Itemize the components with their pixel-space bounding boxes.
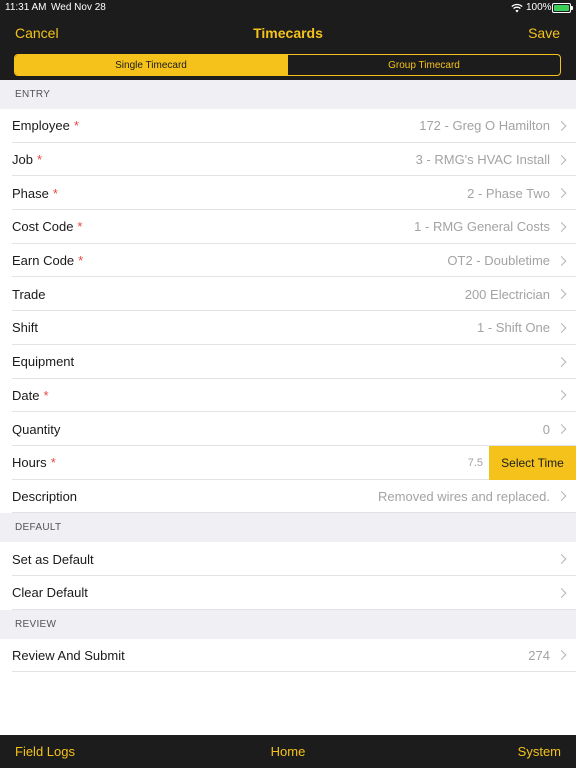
row-shift[interactable]: Shift 1 - Shift One <box>0 311 576 345</box>
segment-single-timecard[interactable]: Single Timecard <box>15 55 287 75</box>
row-value: 200 Electrician <box>464 286 550 302</box>
row-phase[interactable]: Phase * 2 - Phase Two <box>0 176 576 210</box>
status-date: Wed Nov 28 <box>51 2 106 13</box>
status-time: 11:31 AM <box>5 2 47 13</box>
row-description[interactable]: Description Removed wires and replaced. <box>0 480 576 514</box>
chevron-right-icon <box>556 356 567 367</box>
row-job[interactable]: Job * 3 - RMG's HVAC Install <box>0 143 576 177</box>
section-header-entry: ENTRY <box>0 80 576 109</box>
chevron-right-icon <box>556 554 567 565</box>
row-value: 1 - RMG General Costs <box>414 219 550 235</box>
row-value: OT2 - Doubletime <box>447 253 550 269</box>
section-header-default: DEFAULT <box>0 513 576 543</box>
chevron-right-icon <box>556 650 567 661</box>
row-cost-code[interactable]: Cost Code * 1 - RMG General Costs <box>0 210 576 244</box>
row-value: 2 - Phase Two <box>467 185 550 201</box>
chevron-right-icon <box>556 390 567 401</box>
timecard-type-segmented-control: Single Timecard Group Timecard <box>14 54 561 76</box>
row-label: Clear Default <box>12 585 88 601</box>
row-equipment[interactable]: Equipment <box>0 345 576 379</box>
tab-bar: Field Logs Home System <box>0 735 576 768</box>
wifi-icon <box>511 3 523 13</box>
row-clear-default[interactable]: Clear Default <box>0 576 576 610</box>
required-marker: * <box>77 219 83 235</box>
chevron-right-icon <box>556 491 567 502</box>
row-earn-code[interactable]: Earn Code * OT2 - Doubletime <box>0 244 576 278</box>
row-value: 274 <box>528 647 550 663</box>
chevron-right-icon <box>556 221 567 232</box>
section-header-review: REVIEW <box>0 609 576 639</box>
row-value: 1 - Shift One <box>477 320 550 336</box>
tab-system[interactable]: System <box>518 744 561 759</box>
chevron-right-icon <box>556 188 567 199</box>
row-value: 3 - RMG's HVAC Install <box>415 152 550 168</box>
chevron-right-icon <box>556 255 567 266</box>
page-title: Timecards <box>253 25 323 41</box>
required-marker: * <box>50 455 56 471</box>
required-marker: * <box>73 118 79 134</box>
hours-value-field[interactable]: 7.5 <box>468 457 483 469</box>
battery-icon <box>552 3 573 13</box>
row-quantity[interactable]: Quantity 0 <box>0 412 576 446</box>
row-value: 0 <box>542 421 550 437</box>
status-bar: 11:31 AM Wed Nov 28 100% <box>0 0 576 16</box>
row-label: Hours * <box>12 455 56 471</box>
required-marker: * <box>52 185 58 201</box>
row-label: Set as Default <box>12 551 94 567</box>
row-date[interactable]: Date * <box>0 379 576 413</box>
row-label: Description <box>12 488 78 504</box>
chevron-right-icon <box>556 120 567 131</box>
row-employee[interactable]: Employee * 172 - Greg O Hamilton <box>0 109 576 143</box>
row-value: Removed wires and replaced. <box>378 488 550 504</box>
row-value: 172 - Greg O Hamilton <box>419 118 550 134</box>
tab-home[interactable]: Home <box>0 744 576 759</box>
row-label: Employee * <box>12 118 79 134</box>
chevron-right-icon <box>556 323 567 333</box>
row-review-and-submit[interactable]: Review And Submit 274 <box>0 639 576 673</box>
row-label: Shift <box>12 320 39 336</box>
select-time-button[interactable]: Select Time <box>489 445 576 480</box>
row-trade[interactable]: Trade 200 Electrician <box>0 277 576 311</box>
row-label: Job * <box>12 152 43 168</box>
chevron-right-icon <box>556 587 567 598</box>
row-label: Quantity <box>12 421 61 437</box>
required-marker: * <box>78 253 84 269</box>
timecard-form: ENTRY Employee * 172 - Greg O Hamilton Jo… <box>0 80 576 735</box>
required-marker: * <box>36 152 43 168</box>
required-marker: * <box>43 387 49 403</box>
chevron-right-icon <box>556 154 567 165</box>
row-label: Phase * <box>12 185 58 201</box>
row-label: Trade <box>12 286 46 302</box>
chevron-right-icon <box>556 289 567 300</box>
chevron-right-icon <box>556 424 567 434</box>
row-hours: Hours * 7.5 Select Time <box>0 445 576 480</box>
row-label: Review And Submit <box>12 647 125 663</box>
row-label: Cost Code * <box>12 219 83 235</box>
row-label: Earn Code * <box>12 253 84 269</box>
row-label: Equipment <box>12 354 75 370</box>
nav-bar: Cancel Timecards Save Single Timecard Gr… <box>0 16 576 80</box>
segment-group-timecard[interactable]: Group Timecard <box>287 55 560 75</box>
row-label: Date * <box>12 387 49 403</box>
save-button[interactable]: Save <box>528 25 560 41</box>
row-set-as-default[interactable]: Set as Default <box>0 542 576 576</box>
battery-percent: 100% <box>526 2 552 13</box>
